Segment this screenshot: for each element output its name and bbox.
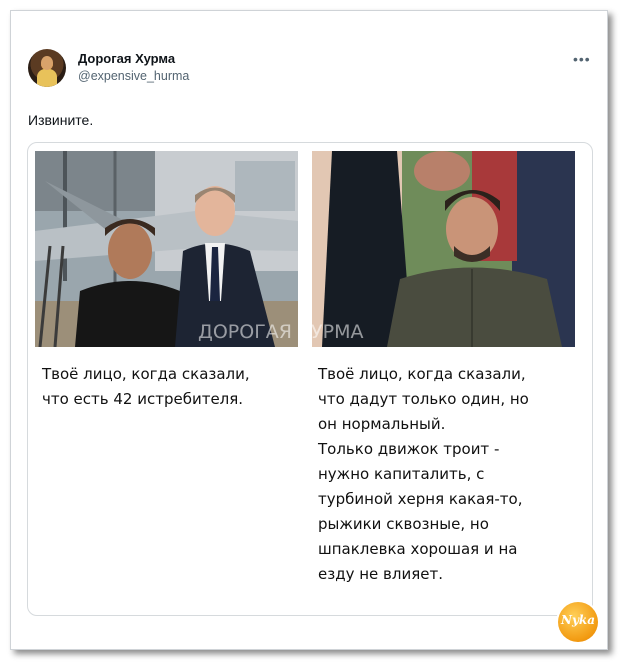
left-caption: Твоё лицо, когда сказали, что есть 42 ис…: [42, 362, 287, 412]
caption-line: шпаклевка хорошая и на: [318, 540, 518, 558]
author-handle[interactable]: @expensive_hurma: [78, 69, 189, 83]
site-logo: Nyka: [558, 602, 598, 642]
author-name[interactable]: Дорогая Хурма: [78, 51, 175, 66]
watermark: ДОРОГАЯ ХУРМА: [198, 321, 364, 343]
photo-olive-shirt: [312, 151, 575, 347]
caption-line: рыжики сквозные, но: [318, 515, 489, 533]
caption-line: что дадут только один, но: [318, 390, 529, 408]
caption-line: нужно капиталить, с: [318, 465, 485, 483]
avatar[interactable]: [28, 49, 66, 87]
tweet-card: Дорогая Хурма @expensive_hurma ••• Извин…: [10, 10, 608, 650]
caption-line: Твоё лицо, когда сказали,: [318, 365, 526, 383]
tweet-text: Извините.: [28, 112, 94, 128]
caption-line: Твоё лицо, когда сказали,: [42, 365, 250, 383]
more-horizontal-icon[interactable]: •••: [573, 51, 591, 67]
caption-line: Только движок троит -: [318, 440, 500, 458]
photo-hangar-selfie: [35, 151, 298, 347]
caption-line: что есть 42 истребителя.: [42, 390, 244, 408]
logo-text: Nyka: [560, 613, 596, 627]
caption-line: он нормальный.: [318, 415, 446, 433]
caption-line: езду не влияет.: [318, 565, 443, 583]
caption-line: турбиной херня какая-то,: [318, 490, 523, 508]
tweet-media[interactable]: ДОРОГАЯ ХУРМА Твоё лицо, когда сказали, …: [27, 142, 593, 616]
right-caption: Твоё лицо, когда сказали, что дадут толь…: [318, 362, 580, 587]
